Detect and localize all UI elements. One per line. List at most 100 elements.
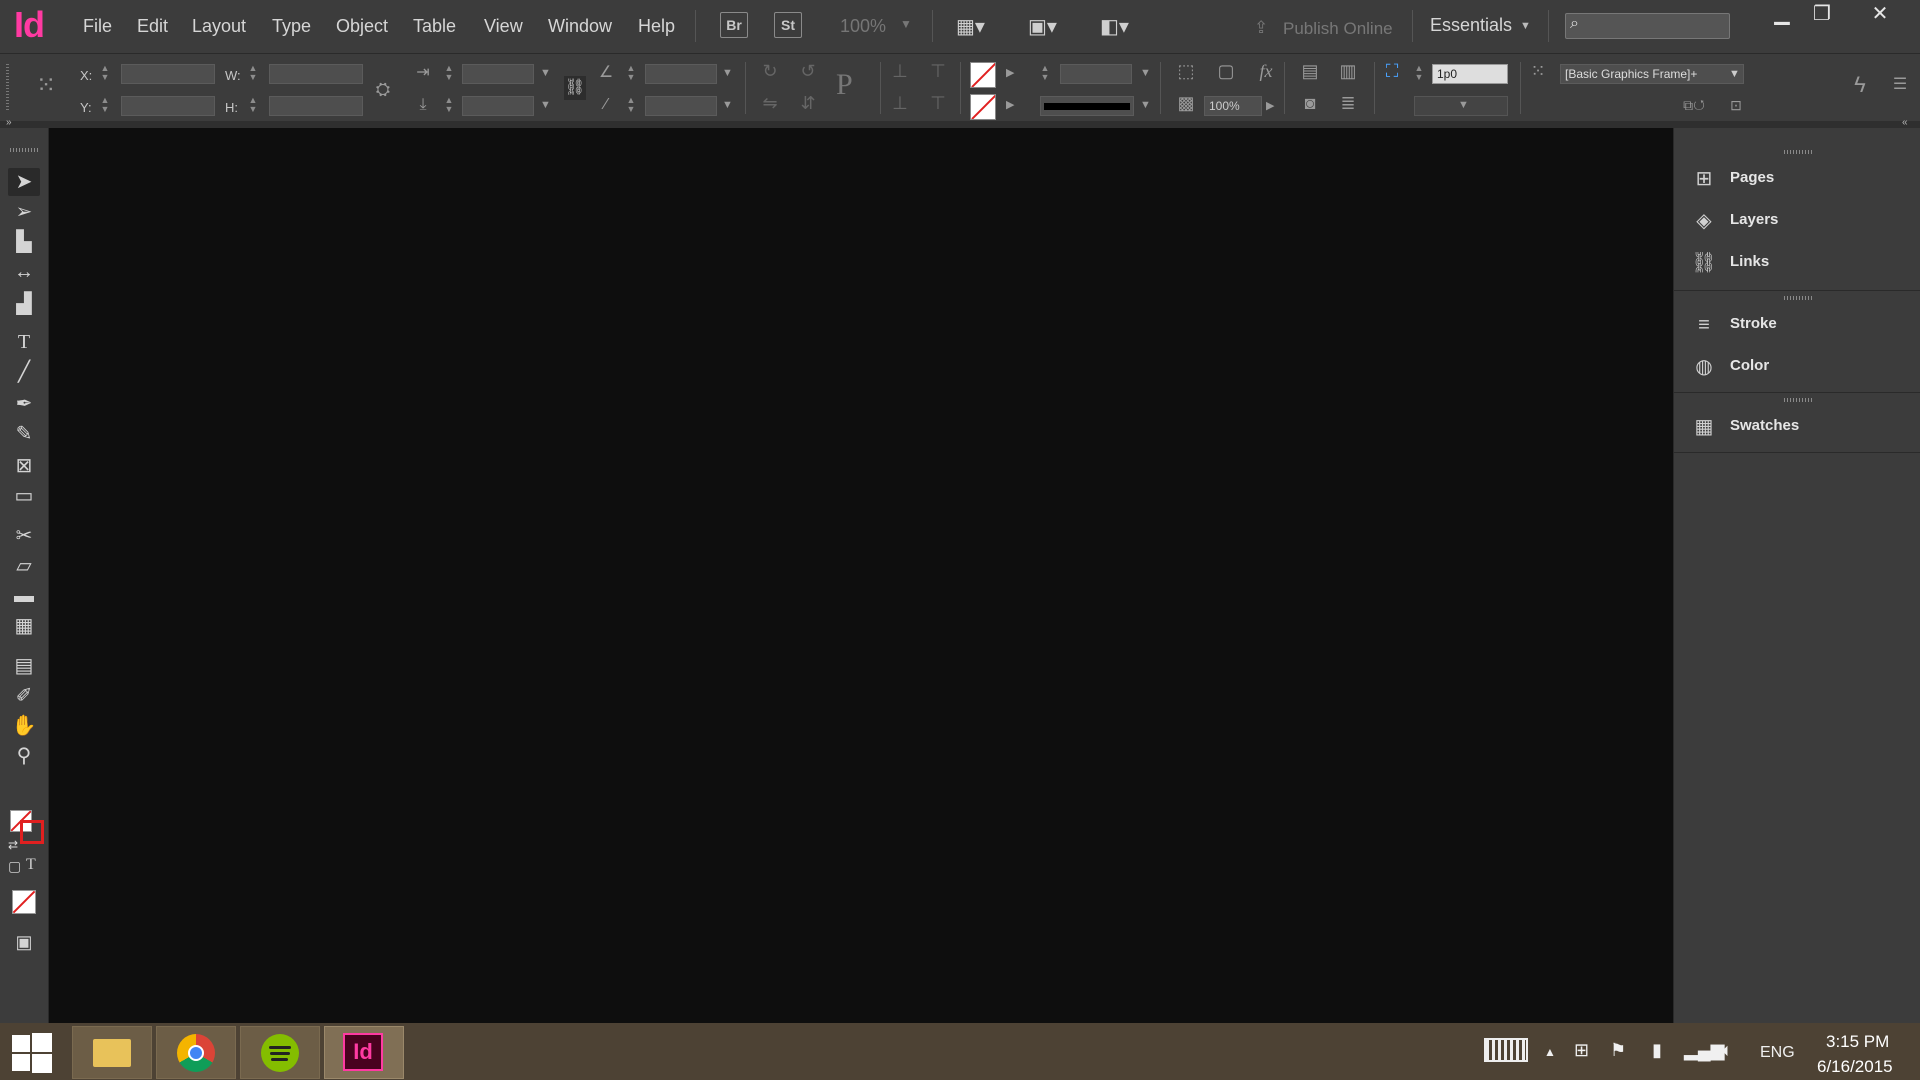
opacity-field[interactable]: 100%	[1204, 96, 1262, 116]
panel-grip[interactable]	[1784, 150, 1812, 154]
volume-icon[interactable]: 🔈︎	[1722, 1040, 1733, 1061]
stroke-type-selector[interactable]	[1040, 96, 1134, 116]
menu-layout[interactable]: Layout	[192, 16, 246, 37]
menu-edit[interactable]: Edit	[137, 16, 168, 37]
corner-stepper[interactable]: ▲ ▼	[1414, 64, 1424, 82]
text-wrap-none-icon[interactable]: ▤	[1298, 60, 1322, 82]
link-icon[interactable]: ⛓	[564, 76, 586, 100]
menu-object[interactable]: Object	[336, 16, 388, 37]
select-next-icon[interactable]: ⊤	[926, 60, 950, 82]
document-canvas[interactable]	[49, 128, 1672, 1023]
action-center-flag-icon[interactable]: ⚑	[1610, 1040, 1626, 1061]
collapse-panels-icon[interactable]: «	[1902, 117, 1908, 128]
panel-grip[interactable]	[1784, 296, 1812, 300]
formatting-text-icon[interactable]: T	[26, 856, 36, 874]
taskbar-indesign[interactable]: Id	[324, 1026, 404, 1079]
note-tool-icon[interactable]: ▤	[8, 652, 40, 680]
scale-x-stepper[interactable]: ▲ ▼	[444, 64, 454, 82]
panel-grip[interactable]	[1784, 398, 1812, 402]
pencil-tool-icon[interactable]: ✎	[8, 420, 40, 448]
close-button[interactable]: ✕	[1860, 0, 1900, 28]
rectangle-tool-icon[interactable]: ▭	[8, 482, 40, 510]
minimize-button[interactable]: ▁	[1762, 0, 1802, 28]
arrange-documents-icon[interactable]: ◧▾	[1100, 14, 1129, 39]
frame-fitting-icon[interactable]: ⊡	[1724, 94, 1748, 116]
object-style-dropdown[interactable]: [Basic Graphics Frame]+ ▼	[1560, 64, 1744, 84]
bridge-button[interactable]: Br	[720, 12, 748, 38]
screen-mode-icon[interactable]: ▣	[8, 928, 40, 956]
menu-type[interactable]: Type	[272, 16, 311, 37]
panel-menu-icon[interactable]: ☰	[1888, 74, 1912, 96]
rectangle-frame-tool-icon[interactable]: ⊠	[8, 452, 40, 480]
h-stepper[interactable]: ▲ ▼	[248, 96, 258, 114]
y-field[interactable]	[121, 96, 215, 116]
type-tool-icon[interactable]: T	[8, 328, 40, 356]
reference-point-icon[interactable]: ⁙	[34, 74, 58, 98]
line-tool-icon[interactable]: ╱	[8, 358, 40, 386]
show-hidden-icons-icon[interactable]: ▲	[1544, 1045, 1556, 1059]
stroke-weight-field[interactable]	[1060, 64, 1132, 84]
rotation-field[interactable]	[645, 64, 717, 84]
taskbar-chrome[interactable]	[156, 1026, 236, 1079]
scale-y-stepper[interactable]: ▲ ▼	[444, 96, 454, 114]
gradient-feather-tool-icon[interactable]: ▦	[8, 612, 40, 640]
swap-colors-icon[interactable]: ⇄	[8, 838, 18, 852]
stroke-menu-arrow-icon[interactable]: ▶	[1006, 98, 1014, 111]
gradient-swatch-tool-icon[interactable]: ▬	[8, 582, 40, 610]
chevron-down-icon[interactable]: ▼	[540, 99, 551, 111]
flip-vertical-icon[interactable]: ⇵	[796, 92, 820, 114]
drop-shadow-icon[interactable]: ⬚	[1174, 60, 1198, 82]
text-wrap-bounding-icon[interactable]: ▥	[1336, 60, 1360, 82]
taskbar-file-explorer[interactable]	[72, 1026, 152, 1079]
scissors-tool-icon[interactable]: ✂	[8, 522, 40, 550]
x-stepper[interactable]: ▲ ▼	[100, 64, 110, 82]
menu-table[interactable]: Table	[413, 16, 456, 37]
panel-pages[interactable]: ⊞ Pages	[1674, 158, 1920, 200]
select-previous-icon[interactable]: ⊤	[926, 92, 950, 114]
scale-x-field[interactable]	[462, 64, 534, 84]
stroke-swatch[interactable]	[970, 94, 996, 120]
hand-tool-icon[interactable]: ✋	[8, 712, 40, 740]
zoom-tool-icon[interactable]: ⚲	[8, 742, 40, 770]
menu-file[interactable]: File	[83, 16, 112, 37]
language-indicator[interactable]: ENG	[1760, 1044, 1795, 1062]
h-field[interactable]	[269, 96, 363, 116]
direct-selection-tool-icon[interactable]: ➢	[8, 198, 40, 226]
auto-fit-icon[interactable]: ⛶	[1380, 60, 1404, 82]
view-options-icon[interactable]: ▦▾	[956, 14, 985, 39]
keyboard-icon[interactable]	[1484, 1038, 1528, 1062]
taskbar-spotify[interactable]	[240, 1026, 320, 1079]
chevron-down-icon[interactable]: ▼	[900, 17, 912, 31]
rotate-cw-icon[interactable]: ↻	[758, 60, 782, 82]
clock-time[interactable]: 3:15 PM	[1826, 1032, 1889, 1052]
apply-none-icon[interactable]	[12, 890, 36, 914]
rotation-stepper[interactable]: ▲ ▼	[626, 64, 636, 82]
y-stepper[interactable]: ▲ ▼	[100, 96, 110, 114]
shear-stepper[interactable]: ▲ ▼	[626, 96, 636, 114]
shear-field[interactable]	[645, 96, 717, 116]
workspace-switcher[interactable]: Essentials	[1430, 15, 1512, 36]
stroke-color-icon[interactable]	[20, 820, 44, 844]
windows-start-button[interactable]	[12, 1033, 52, 1073]
opacity-arrow-icon[interactable]: ▶	[1266, 99, 1274, 112]
publish-online-button[interactable]: Publish Online	[1283, 19, 1393, 39]
panel-layers[interactable]: ◈ Layers	[1674, 200, 1920, 242]
w-stepper[interactable]: ▲ ▼	[248, 64, 258, 82]
panel-stroke[interactable]: ≡ Stroke	[1674, 304, 1920, 346]
w-field[interactable]	[269, 64, 363, 84]
panel-swatches[interactable]: ▦ Swatches	[1674, 406, 1920, 448]
stroke-weight-stepper[interactable]: ▲ ▼	[1040, 64, 1050, 82]
clear-overrides-icon[interactable]: ⧉↺	[1682, 94, 1706, 116]
search-input[interactable]: ⌕	[1565, 13, 1730, 39]
gap-tool-icon[interactable]: ↔	[8, 258, 40, 286]
expand-toolbox-icon[interactable]: »	[6, 117, 12, 128]
formatting-container-icon[interactable]: ▢	[8, 858, 21, 875]
clock-date[interactable]: 6/16/2015	[1817, 1057, 1893, 1077]
flip-horizontal-icon[interactable]: ⇋	[758, 92, 782, 114]
panel-color[interactable]: ◍ Color	[1674, 346, 1920, 388]
page-tool-icon[interactable]: ▙	[8, 228, 40, 256]
screen-mode-icon[interactable]: ▣▾	[1028, 14, 1057, 39]
restore-button[interactable]: ❐	[1802, 0, 1842, 28]
battery-icon[interactable]: ▮	[1652, 1040, 1662, 1061]
stroke-weight-value[interactable]: 1p0	[1432, 64, 1508, 84]
